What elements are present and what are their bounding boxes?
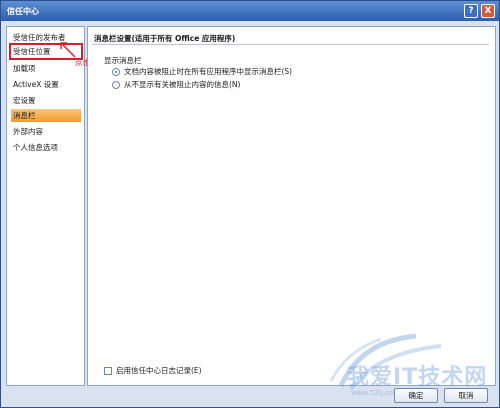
radio-option-label: 文档内容被阻止时在所有应用程序中显示消息栏(S) [124,67,293,76]
enable-logging-checkbox-row[interactable]: 启用信任中心日志记录(E) [104,365,202,376]
title-bar: 信任中心 ? X [1,1,499,21]
watermark-text: 我爱IT技术网 [347,365,488,390]
cancel-button[interactable]: 取消 [444,388,488,403]
sidebar-item-external-content[interactable]: 外部内容 [11,125,81,138]
sidebar-nav: 受信任的发布者 受信任位置 加载项 ActiveX 设置 宏设置 消息栏 外部内… [6,26,85,386]
sidebar-item-activex-settings[interactable]: ActiveX 设置 [11,78,81,91]
watermark-url: www.52ij.com [351,389,400,397]
trust-center-dialog: 信任中心 ? X 受信任的发布者 受信任位置 加载项 ActiveX 设置 宏设… [0,0,500,408]
window-title: 信任中心 [7,7,39,16]
radio-checked-icon[interactable] [112,68,120,76]
sidebar-item-message-bar[interactable]: 消息栏 [11,109,81,122]
sidebar-item-privacy-options[interactable]: 个人信息选项 [11,141,81,154]
settings-panel: 消息栏设置(适用于所有 Office 应用程序) 显示消息栏 文档内容被阻止时在… [87,26,496,386]
radio-option-label: 从不显示有关被阻止内容的信息(N) [124,80,241,89]
section-header: 消息栏设置(适用于所有 Office 应用程序) [92,33,489,45]
help-button[interactable]: ? [464,4,478,18]
ok-button[interactable]: 确定 [394,388,438,403]
enable-logging-checkbox[interactable] [104,367,112,375]
radio-unchecked-icon[interactable] [112,81,120,89]
sidebar-item-add-ins[interactable]: 加载项 [11,62,81,75]
radio-option-never-show[interactable]: 从不显示有关被阻止内容的信息(N) [112,79,240,90]
group-label: 显示消息栏 [104,56,142,65]
radio-option-show-message-bar[interactable]: 文档内容被阻止时在所有应用程序中显示消息栏(S) [112,66,292,77]
enable-logging-label: 启用信任中心日志记录(E) [116,366,202,375]
sidebar-item-macro-settings[interactable]: 宏设置 [11,94,81,107]
close-button[interactable]: X [481,4,495,18]
